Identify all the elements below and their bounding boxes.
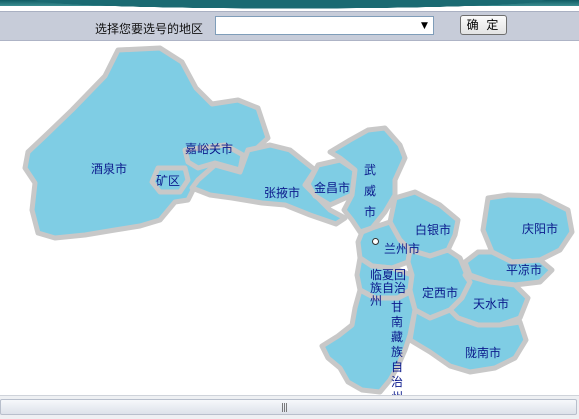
scrollbar-grip-icon: |||	[281, 403, 288, 413]
label-gannan[interactable]: 甘南藏族自治州	[390, 300, 404, 405]
label-wuwei[interactable]: 武威市	[363, 160, 377, 223]
scrollbar-thumb[interactable]: |||	[0, 399, 577, 415]
lanzhou-city-dot	[372, 238, 379, 245]
label-zhangye[interactable]: 张掖市	[264, 186, 300, 200]
label-qingyang[interactable]: 庆阳市	[522, 222, 558, 236]
label-dingxi[interactable]: 定西市	[422, 286, 458, 300]
horizontal-scrollbar[interactable]: |||	[0, 395, 579, 419]
confirm-button[interactable]: 确 定	[460, 15, 507, 35]
label-pingliang[interactable]: 平凉市	[506, 263, 542, 277]
dropdown-arrow-icon[interactable]: ▼	[416, 17, 433, 34]
label-baiyin[interactable]: 白银市	[415, 223, 451, 237]
label-longnan[interactable]: 陇南市	[465, 346, 501, 360]
label-kuangqu[interactable]: 矿区	[156, 174, 180, 188]
label-tianshui[interactable]: 天水市	[473, 297, 509, 311]
label-jiayuguan[interactable]: 嘉峪关市	[185, 142, 233, 156]
region-select[interactable]: ▼	[215, 16, 434, 35]
gansu-map	[22, 45, 575, 395]
label-jinchang[interactable]: 金昌市	[314, 181, 350, 195]
region-selector-bar: 选择您要选号的地区 ▼ 确 定	[0, 11, 579, 41]
label-lanzhou[interactable]: 兰州市	[384, 242, 420, 256]
label-jiuquan[interactable]: 酒泉市	[91, 162, 127, 176]
region-select-label: 选择您要选号的地区	[95, 22, 204, 36]
